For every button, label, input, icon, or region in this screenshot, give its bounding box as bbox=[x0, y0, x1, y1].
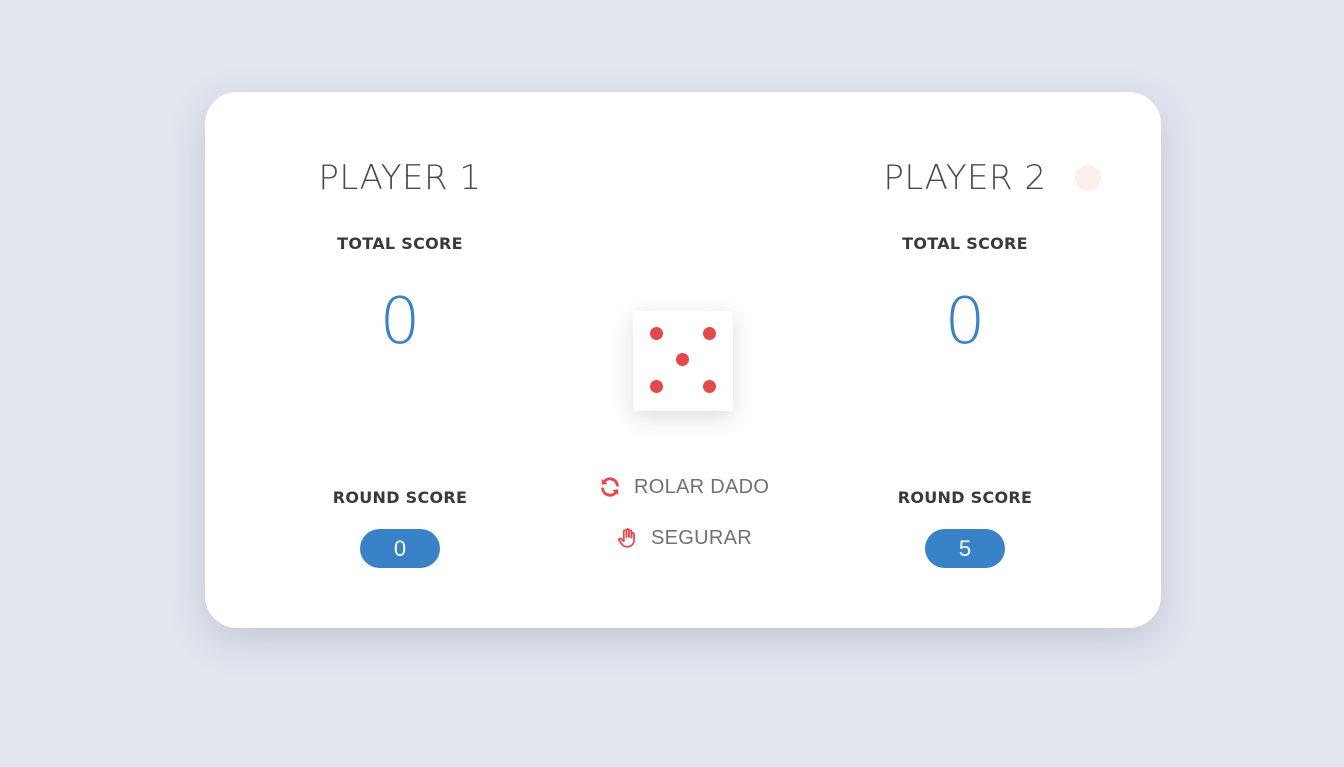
player-1-total-score: 0 bbox=[379, 285, 421, 359]
roll-dice-button[interactable]: ROLAR DADO bbox=[598, 475, 769, 499]
player-2-total-score: 0 bbox=[944, 285, 986, 359]
dice-pip bbox=[703, 327, 716, 340]
player-2-round-label: ROUND SCORE bbox=[897, 488, 1033, 507]
player-1-total-label: TOTAL SCORE bbox=[337, 234, 463, 253]
player-1-name: PLAYER 1 bbox=[318, 158, 482, 198]
hand-icon bbox=[615, 526, 639, 550]
refresh-icon bbox=[598, 475, 622, 499]
hold-label: SEGURAR bbox=[651, 526, 753, 549]
dice-pip bbox=[703, 380, 716, 393]
player-1-round-label: ROUND SCORE bbox=[332, 488, 468, 507]
hold-button[interactable]: SEGURAR bbox=[615, 526, 752, 550]
player-2-round-score: 5 bbox=[925, 529, 1005, 568]
active-player-indicator bbox=[1075, 165, 1101, 191]
dice-pip bbox=[676, 353, 689, 366]
player-2-panel: PLAYER 2 TOTAL SCORE 0 ROUND SCORE 5 bbox=[815, 92, 1115, 628]
game-board: PLAYER 1 TOTAL SCORE 0 ROUND SCORE 0 ROL… bbox=[205, 92, 1161, 628]
player-1-round-score: 0 bbox=[360, 529, 440, 568]
player-2-name: PLAYER 2 bbox=[883, 158, 1047, 198]
roll-dice-label: ROLAR DADO bbox=[634, 475, 770, 498]
dice bbox=[633, 311, 733, 411]
dice-pip bbox=[650, 327, 663, 340]
player-1-panel: PLAYER 1 TOTAL SCORE 0 ROUND SCORE 0 bbox=[250, 92, 550, 628]
player-2-total-label: TOTAL SCORE bbox=[902, 234, 1028, 253]
dice-pip bbox=[650, 380, 663, 393]
